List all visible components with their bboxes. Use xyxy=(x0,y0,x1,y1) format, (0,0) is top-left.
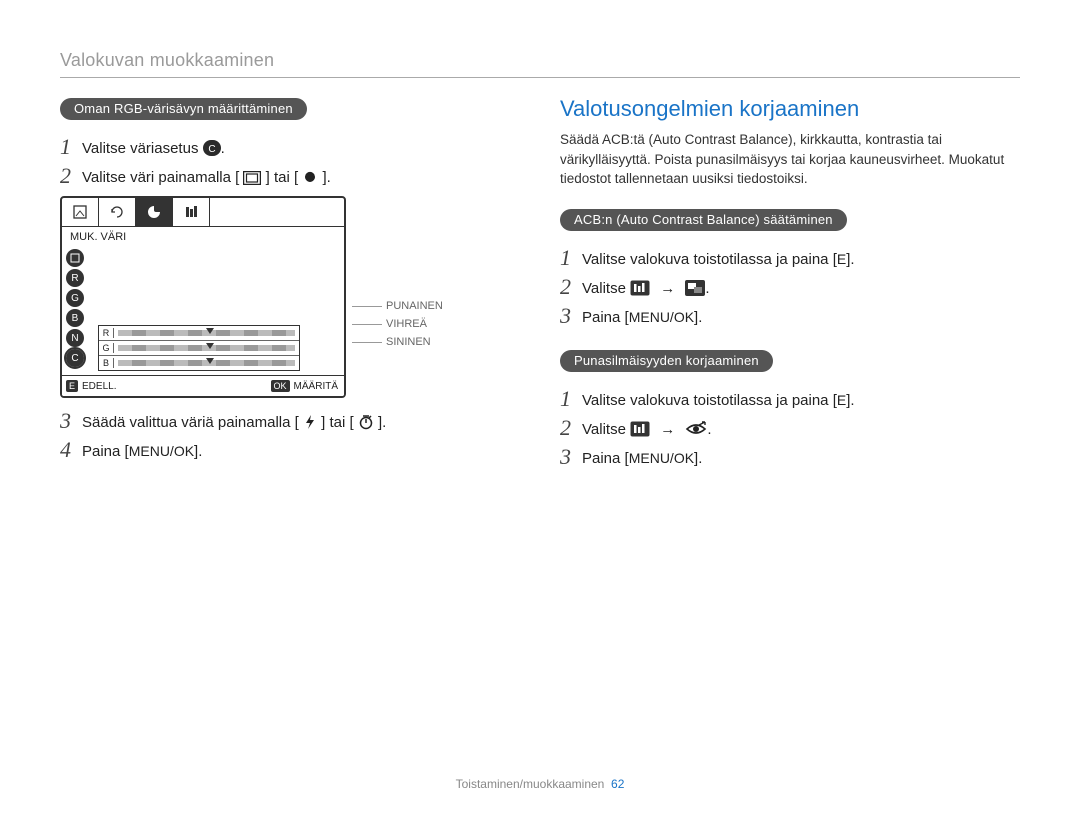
step-number: 4 xyxy=(60,439,82,461)
step-text: Valitse → . xyxy=(582,278,710,299)
screen-footer: E EDELL. OK MÄÄRITÄ xyxy=(62,375,344,396)
footer-page-number: 62 xyxy=(611,777,624,791)
step-number: 1 xyxy=(60,136,82,158)
step-number: 2 xyxy=(560,276,582,298)
tab-rotate-icon xyxy=(99,198,136,226)
custom-color-icon: C xyxy=(203,140,221,156)
step-number: 2 xyxy=(560,417,582,439)
callout-red: PUNAINEN xyxy=(352,300,443,312)
screen-graph-column: R G B xyxy=(94,245,344,375)
step-text: Valitse väriasetus C. xyxy=(82,138,225,159)
adjust-menu-icon xyxy=(630,421,650,437)
step-number: 3 xyxy=(560,446,582,468)
screen-callouts: PUNAINEN VIHREÄ SININEN xyxy=(352,300,443,348)
step-text: Valitse valokuva toistotilassa ja paina … xyxy=(582,249,855,270)
step-number: 3 xyxy=(560,305,582,327)
arrow-icon: → xyxy=(660,419,675,440)
timer-icon xyxy=(358,414,374,430)
header-divider xyxy=(60,77,1020,78)
step-text: Paina [MENU/OK]. xyxy=(582,307,702,328)
step-text: Valitse → . xyxy=(582,419,712,440)
display-icon xyxy=(243,171,261,185)
rgb-row-r: R xyxy=(99,326,299,340)
step-number: 1 xyxy=(560,247,582,269)
pill-acb-heading: ACB:n (Auto Contrast Balance) säätäminen xyxy=(560,209,847,231)
adjust-menu-icon xyxy=(630,280,650,296)
preset-icon: N xyxy=(66,329,84,347)
tab-resize-icon xyxy=(62,198,99,226)
tab-adjust-icon xyxy=(173,198,210,226)
rgb-steps: 1 Valitse väriasetus C. 2 Valitse väri p… xyxy=(60,136,520,188)
preset-icon: R xyxy=(66,269,84,287)
preset-icon: G xyxy=(66,289,84,307)
screen-mode-label: MUK. VÄRI xyxy=(62,227,344,245)
preset-icon: B xyxy=(66,309,84,327)
acb-icon xyxy=(685,280,705,296)
screen-tabbar xyxy=(62,198,344,227)
step-text: Paina [MENU/OK]. xyxy=(82,441,202,462)
page-footer: Toistaminen/muokkaaminen 62 xyxy=(0,777,1080,791)
section-heading-exposure: Valotusongelmien korjaaminen xyxy=(560,96,1020,122)
camera-screen: MUK. VÄRI R G B N C R xyxy=(60,196,346,398)
step-number: 1 xyxy=(560,388,582,410)
pill-redeye-heading: Punasilmäisyyden korjaaminen xyxy=(560,350,773,372)
screen-wrapper: MUK. VÄRI R G B N C R xyxy=(60,196,520,398)
screen-preset-column: R G B N C xyxy=(62,245,94,375)
rgb-slider-group: R G B xyxy=(98,325,300,371)
section-intro: Säädä ACB:tä (Auto Contrast Balance), ki… xyxy=(560,130,1020,189)
foot-back-key: E xyxy=(66,380,78,392)
macro-icon xyxy=(302,169,318,185)
preset-icon-selected: C xyxy=(66,349,84,367)
callout-blue: SININEN xyxy=(352,336,443,348)
rgb-row-b: B xyxy=(99,355,299,370)
foot-back-label: EDELL. xyxy=(82,381,116,392)
right-column: Valotusongelmien korjaaminen Säädä ACB:t… xyxy=(560,96,1020,475)
step-text: Säädä valittua väriä painamalla [ ] tai … xyxy=(82,412,386,433)
pill-rgb-heading: Oman RGB-värisävyn määrittäminen xyxy=(60,98,307,120)
acb-steps: 1 Valitse valokuva toistotilassa ja pain… xyxy=(560,247,1020,328)
manual-page: Valokuvan muokkaaminen Oman RGB-värisävy… xyxy=(0,0,1080,815)
footer-section: Toistaminen/muokkaaminen xyxy=(456,777,605,791)
step-number: 2 xyxy=(60,165,82,187)
redeye-steps: 1 Valitse valokuva toistotilassa ja pain… xyxy=(560,388,1020,469)
left-column: Oman RGB-värisävyn määrittäminen 1 Valit… xyxy=(60,96,520,475)
step-text: Valitse valokuva toistotilassa ja paina … xyxy=(582,390,855,411)
running-head: Valokuvan muokkaaminen xyxy=(60,50,1020,71)
callout-green: VIHREÄ xyxy=(352,318,443,330)
preset-icon xyxy=(66,249,84,267)
tab-color-icon xyxy=(136,198,173,226)
svg-text:C: C xyxy=(208,144,215,155)
flash-icon xyxy=(303,414,317,430)
content-columns: Oman RGB-värisävyn määrittäminen 1 Valit… xyxy=(60,96,1020,475)
arrow-icon: → xyxy=(660,278,675,299)
step-number: 3 xyxy=(60,410,82,432)
rgb-steps-cont: 3 Säädä valittua väriä painamalla [ ] ta… xyxy=(60,410,520,462)
redeye-fix-icon xyxy=(685,421,707,437)
step-text: Valitse väri painamalla [ ] tai [ ]. xyxy=(82,167,331,188)
step-text: Paina [MENU/OK]. xyxy=(582,448,702,469)
rgb-row-g: G xyxy=(99,340,299,355)
foot-ok-label: MÄÄRITÄ xyxy=(294,381,338,392)
foot-ok-key: OK xyxy=(271,380,290,392)
screen-body: R G B N C R G B xyxy=(62,245,344,375)
